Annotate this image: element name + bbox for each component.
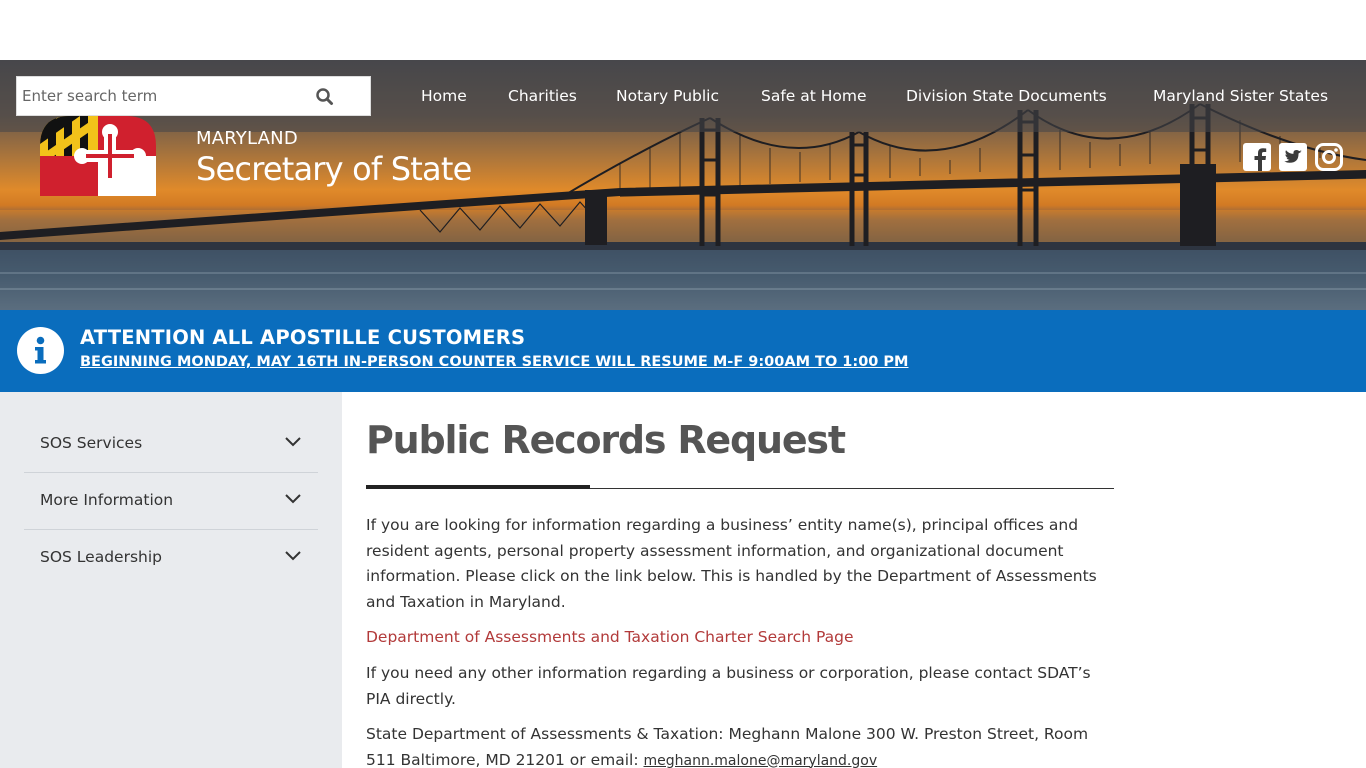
sidebar-item-sos-services[interactable]: SOS Services bbox=[24, 416, 318, 473]
nav-item-home[interactable]: Home bbox=[421, 60, 467, 132]
site-title[interactable]: Secretary of State bbox=[196, 150, 472, 188]
instagram-link[interactable] bbox=[1314, 142, 1344, 172]
search-form bbox=[16, 76, 371, 116]
search-icon bbox=[316, 88, 333, 105]
site-kicker: MARYLAND bbox=[196, 128, 298, 149]
nav-item-division-state-documents[interactable]: Division State Documents bbox=[906, 60, 1107, 132]
nav-link[interactable]: Home bbox=[421, 87, 467, 105]
maryland-flag-logo[interactable] bbox=[40, 116, 156, 196]
search-input[interactable] bbox=[17, 77, 317, 115]
twitter-icon bbox=[1279, 143, 1307, 171]
nav-item-maryland-sister-states[interactable]: Maryland Sister States bbox=[1153, 60, 1328, 132]
nav-link[interactable]: Notary Public bbox=[616, 87, 719, 105]
nav-item-safe-at-home[interactable]: Safe at Home bbox=[761, 60, 867, 132]
page-title: Public Records Request bbox=[366, 418, 846, 462]
apostille-alert-banner: ATTENTION ALL APOSTILLE CUSTOMERS BEGINN… bbox=[0, 310, 1366, 392]
instagram-icon bbox=[1315, 143, 1343, 171]
chevron-down-icon bbox=[285, 494, 301, 504]
title-divider-accent bbox=[366, 485, 590, 489]
contact-email-link[interactable]: meghann.malone@maryland.gov bbox=[644, 753, 878, 768]
intro-paragraph: If you are looking for information regar… bbox=[366, 516, 1097, 611]
nav-item-notary-public[interactable]: Notary Public bbox=[616, 60, 719, 132]
nav-link[interactable]: Maryland Sister States bbox=[1153, 87, 1328, 105]
nav-item-charities[interactable]: Charities bbox=[508, 60, 577, 132]
twitter-link[interactable] bbox=[1278, 142, 1308, 172]
facebook-link[interactable] bbox=[1242, 142, 1272, 172]
sidebar-item-sos-leadership[interactable]: SOS Leadership bbox=[24, 530, 318, 587]
search-button[interactable] bbox=[313, 85, 337, 109]
nav-link[interactable]: Safe at Home bbox=[761, 87, 867, 105]
dat-charter-search-link[interactable]: Department of Assessments and Taxation C… bbox=[366, 628, 853, 646]
alert-link[interactable]: BEGINNING MONDAY, MAY 16TH IN-PERSON COU… bbox=[80, 354, 908, 370]
top-whitespace bbox=[0, 0, 1366, 60]
facebook-icon bbox=[1243, 143, 1271, 171]
sidebar: SOS Services More Information SOS Leader… bbox=[0, 392, 342, 768]
alert-title: ATTENTION ALL APOSTILLE CUSTOMERS bbox=[80, 326, 526, 349]
sdat-pia-paragraph: If you need any other information regard… bbox=[366, 664, 1091, 708]
chevron-down-icon bbox=[285, 551, 301, 561]
sidebar-item-more-information[interactable]: More Information bbox=[24, 473, 318, 530]
nav-link[interactable]: Division State Documents bbox=[906, 87, 1107, 105]
chevron-down-icon bbox=[285, 437, 301, 447]
nav-link[interactable]: Charities bbox=[508, 87, 577, 105]
sidebar-item-label: More Information bbox=[40, 491, 174, 509]
contact-paragraph: State Department of Assessments & Taxati… bbox=[366, 722, 1114, 768]
sidebar-item-label: SOS Services bbox=[40, 434, 143, 452]
top-navbar: Home Charities Notary Public Safe at Hom… bbox=[0, 60, 1366, 132]
info-icon bbox=[17, 327, 64, 374]
sidebar-item-label: SOS Leadership bbox=[40, 548, 162, 566]
